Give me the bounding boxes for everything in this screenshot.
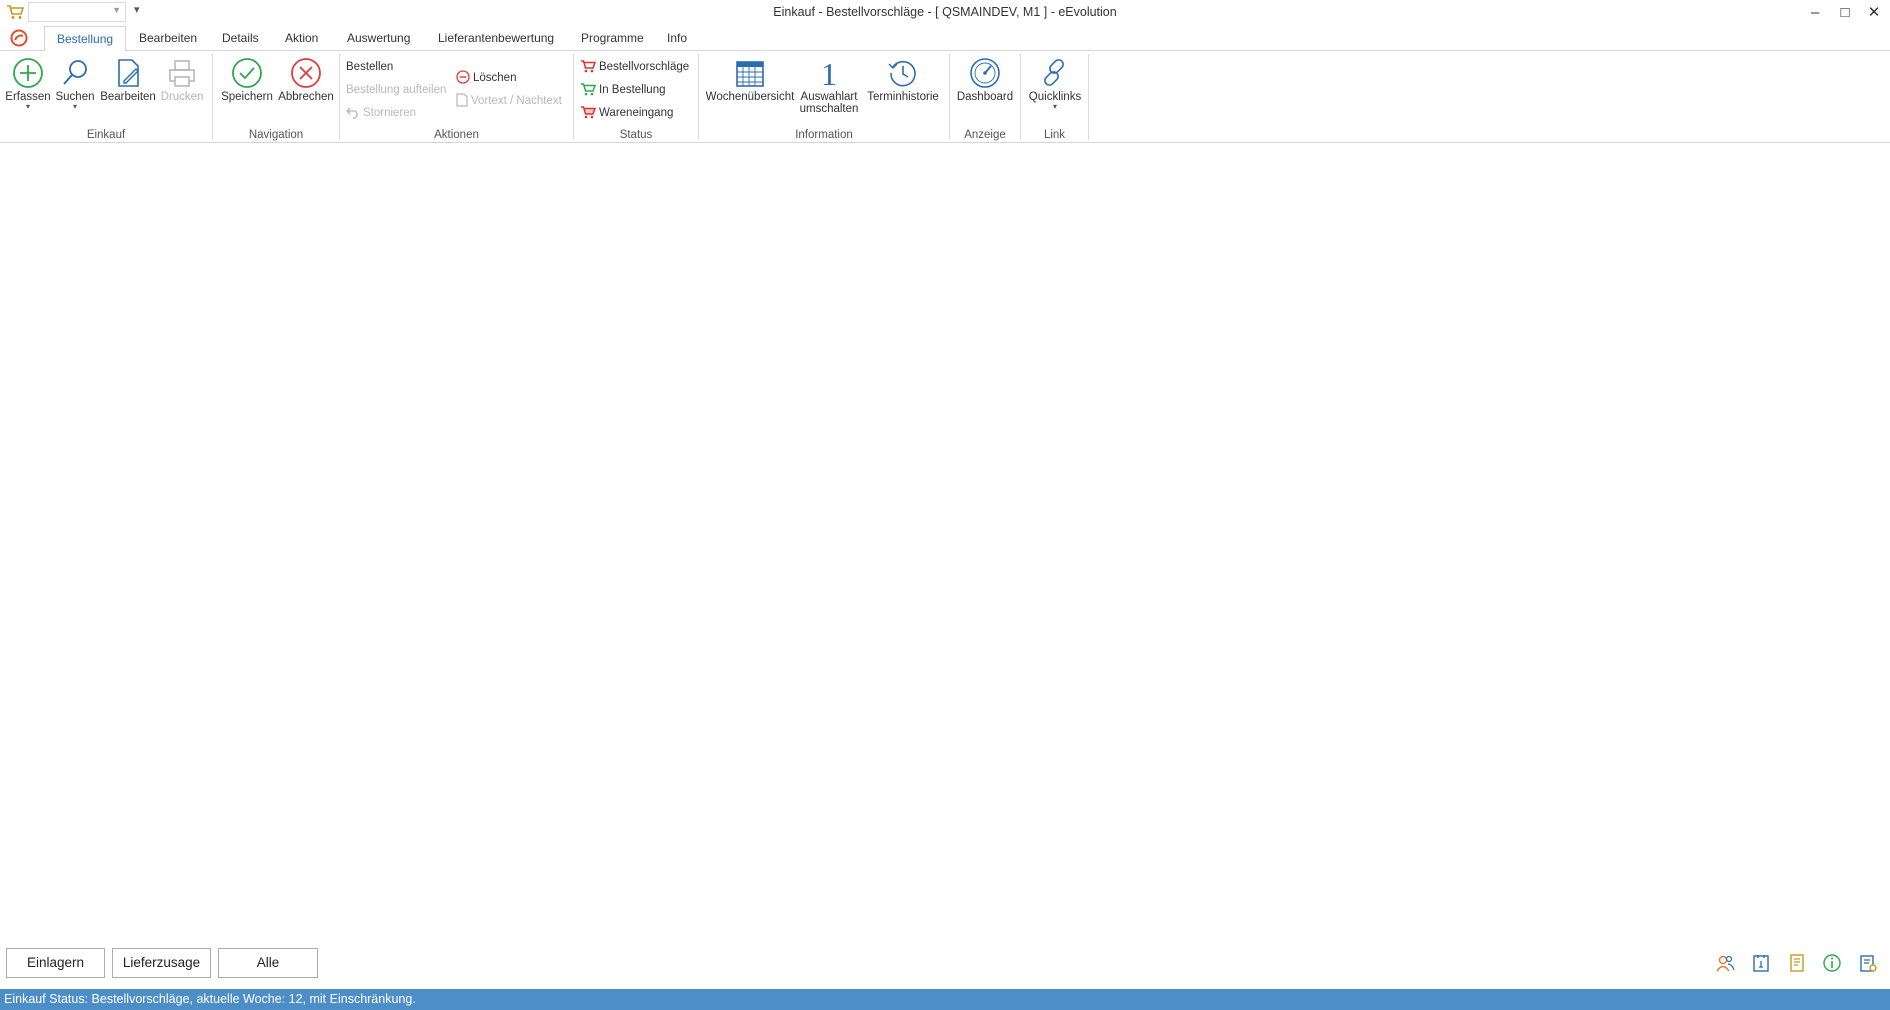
stornieren-button[interactable]: Stornieren <box>346 104 416 122</box>
group-anzeige: Dashboard Anzeige <box>950 53 1020 141</box>
loeschen-button[interactable]: Löschen <box>456 69 516 87</box>
tab-auswertung[interactable]: Auswertung <box>335 26 422 51</box>
chevron-down-icon: ▾ <box>72 102 77 111</box>
erfassen-button[interactable]: Erfassen ▾ <box>4 57 52 111</box>
group-label-anzeige: Anzeige <box>964 129 1006 141</box>
close-button[interactable]: ✕ <box>1860 2 1888 24</box>
wochenuebersicht-label: Wochenübersicht <box>705 91 795 103</box>
delete-icon <box>456 70 470 84</box>
group-aktionen: Bestellen Bestellung aufteilen Storniere… <box>340 53 573 141</box>
drucken-label: Drucken <box>160 91 204 103</box>
tab-details[interactable]: Details <box>210 26 271 51</box>
title-bar: ▼ ▾ Einkauf - Bestellvorschläge - [ QSMA… <box>0 0 1890 26</box>
checkmark-circle-icon <box>232 58 262 88</box>
drucken-button[interactable]: Drucken <box>158 57 206 103</box>
bestellung-aufteilen-button[interactable]: Bestellung aufteilen <box>346 81 446 99</box>
cart-red-icon <box>581 106 597 119</box>
document-info-icon[interactable] <box>1751 953 1771 973</box>
bestellen-button[interactable]: Bestellen <box>346 58 393 76</box>
group-information: Wochenübersicht 1 Auswahlart umschalten … <box>699 53 949 141</box>
suchen-button[interactable]: Suchen ▾ <box>52 57 98 111</box>
dashboard-button[interactable]: Dashboard <box>954 57 1016 103</box>
umschalten-label: umschalten <box>799 103 859 115</box>
auswahlart-label: Auswahlart <box>800 91 858 103</box>
number-one-icon: 1 <box>821 57 837 89</box>
group-label-status: Status <box>619 129 653 141</box>
auswahlart-icon-text: 1 <box>821 57 837 89</box>
group-label-link: Link <box>1043 129 1066 141</box>
dashboard-label: Dashboard <box>956 91 1014 103</box>
maximize-button[interactable]: □ <box>1831 2 1859 24</box>
notebook-icon[interactable] <box>1787 953 1807 973</box>
undo-icon <box>346 107 358 119</box>
window-title: Einkauf - Bestellvorschläge - [ QSMAINDE… <box>773 5 1117 19</box>
info-icon[interactable] <box>1822 953 1842 973</box>
tab-programme[interactable]: Programme <box>569 26 656 51</box>
status-in-bestellung-button[interactable]: In Bestellung <box>580 81 666 99</box>
bearbeiten-button[interactable]: Bearbeiten <box>98 57 158 103</box>
chevron-down-icon: ▾ <box>1052 102 1057 111</box>
ribbon-tabs: Bestellung Bearbeiten Details Aktion Aus… <box>0 26 1890 52</box>
stornieren-label: Stornieren <box>363 107 417 119</box>
group-label-navigation: Navigation <box>248 129 304 141</box>
minimize-button[interactable]: – <box>1801 2 1829 24</box>
group-navigation: Speichern Abbrechen Navigation <box>213 53 339 141</box>
abbrechen-label: Abbrechen <box>278 91 334 103</box>
status-bar: Einkauf Status: Bestellvorschläge, aktue… <box>0 989 1890 1010</box>
group-einkauf: Erfassen ▾ Suchen ▾ Bearbeiten Drucken E… <box>0 53 212 141</box>
search-icon <box>63 60 87 85</box>
main-content-area <box>0 144 1890 939</box>
speichern-label: Speichern <box>221 91 273 103</box>
einlagern-button[interactable]: Einlagern <box>6 948 105 978</box>
ribbon: Erfassen ▾ Suchen ▾ Bearbeiten Drucken E… <box>0 51 1890 143</box>
history-clock-icon <box>888 60 916 87</box>
status-bestellvorschlaege-button[interactable]: Bestellvorschläge <box>580 58 689 76</box>
quicklinks-button[interactable]: Quicklinks ▾ <box>1025 57 1085 111</box>
settings-document-icon[interactable] <box>1858 953 1878 973</box>
bestellvorschlaege-label: Bestellvorschläge <box>599 61 690 73</box>
terminhistorie-button[interactable]: Terminhistorie <box>863 57 943 103</box>
app-menu-icon[interactable] <box>10 29 28 47</box>
terminhistorie-label: Terminhistorie <box>867 91 939 103</box>
group-separator <box>1088 54 1089 140</box>
add-circle-icon <box>13 58 43 88</box>
abbrechen-button[interactable]: Abbrechen <box>276 57 336 103</box>
tab-bestellung[interactable]: Bestellung <box>44 26 127 52</box>
calendar-icon <box>736 61 764 87</box>
auswahlart-umschalten-button[interactable]: 1 Auswahlart umschalten <box>797 57 861 115</box>
group-link: Quicklinks ▾ Link <box>1021 53 1088 141</box>
tab-aktion[interactable]: Aktion <box>273 26 330 51</box>
alle-button[interactable]: Alle <box>218 948 318 978</box>
group-label-information: Information <box>795 129 853 141</box>
users-icon[interactable] <box>1715 953 1735 973</box>
bearbeiten-label: Bearbeiten <box>100 91 156 103</box>
cancel-circle-icon <box>291 58 321 88</box>
loeschen-label: Löschen <box>473 72 517 84</box>
speichern-button[interactable]: Speichern <box>217 57 277 103</box>
status-wareneingang-button[interactable]: Wareneingang <box>580 104 673 122</box>
wareneingang-label: Wareneingang <box>599 107 674 119</box>
cart-green-icon <box>581 83 597 96</box>
tab-info[interactable]: Info <box>655 26 699 51</box>
cart-red-icon <box>581 60 597 73</box>
link-icon <box>1044 59 1064 86</box>
tab-bearbeiten[interactable]: Bearbeiten <box>127 26 209 51</box>
tab-lieferantenbewertung[interactable]: Lieferantenbewertung <box>426 26 566 51</box>
group-status: Bestellvorschläge In Bestellung Warenein… <box>574 53 698 141</box>
gauge-icon <box>970 58 1000 88</box>
chevron-down-icon: ▾ <box>25 102 30 111</box>
document-icon <box>456 93 468 107</box>
group-label-aktionen: Aktionen <box>434 129 479 141</box>
vortext-nachtext-label: Vortext / Nachtext <box>471 95 562 107</box>
wochenuebersicht-button[interactable]: Wochenübersicht <box>703 57 797 103</box>
lieferzusage-button[interactable]: Lieferzusage <box>112 948 211 978</box>
group-label-einkauf: Einkauf <box>86 129 126 141</box>
vortext-nachtext-button[interactable]: Vortext / Nachtext <box>456 92 562 110</box>
printer-icon <box>169 60 195 87</box>
edit-document-icon <box>118 59 139 87</box>
in-bestellung-label: In Bestellung <box>599 84 666 96</box>
